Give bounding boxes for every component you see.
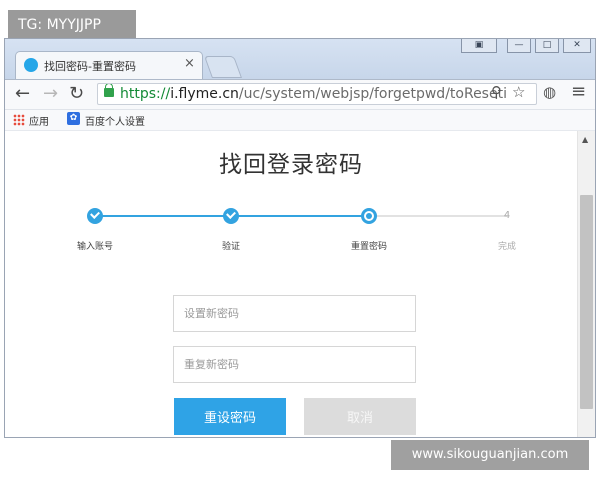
browser-window: 找回密码-重置密码 × ▣ — □ ✕ ← → ↻ https://i.flym… (4, 38, 596, 438)
confirm-password-input[interactable] (173, 346, 416, 383)
scrollbar-thumb[interactable] (580, 195, 593, 409)
tab-strip: 找回密码-重置密码 × ▣ — □ ✕ (5, 39, 595, 80)
step-label-4: 完成 (497, 242, 516, 252)
lock-icon (104, 84, 114, 97)
menu-icon[interactable]: ≡ (571, 81, 586, 102)
page-title: 找回登录密码 (219, 152, 363, 178)
step-1-check-icon (87, 208, 103, 224)
tab-close-icon[interactable]: × (184, 56, 195, 71)
bookmark-apps[interactable]: 应用 (29, 113, 49, 128)
step-label-1: 输入账号 (76, 242, 113, 252)
baidu-paw-icon: ✿ (67, 112, 80, 125)
bookmark-star-icon[interactable]: ☆ (512, 83, 525, 101)
new-tab-button[interactable] (203, 56, 243, 78)
watermark-top: TG: MYYJJPP (8, 10, 136, 40)
tab-title: 找回密码-重置密码 (44, 60, 136, 73)
step-label-2: 验证 (221, 242, 240, 252)
user-switch-button[interactable]: ▣ (461, 39, 497, 53)
forward-icon[interactable]: → (43, 84, 58, 104)
step-2-check-icon (223, 208, 239, 224)
cancel-button[interactable]: 取消 (304, 398, 416, 435)
navigation-toolbar: ← → ↻ https://i.flyme.cn/uc/system/webjs… (5, 80, 595, 110)
step-label-3: 重置密码 (350, 242, 387, 252)
tab-active[interactable]: 找回密码-重置密码 × (15, 51, 203, 79)
new-password-input[interactable] (173, 295, 416, 332)
reload-icon[interactable]: ↻ (69, 84, 84, 104)
scroll-up-icon[interactable]: ▲ (582, 135, 588, 144)
progress-line-todo (375, 215, 507, 217)
reset-password-button[interactable]: 重设密码 (174, 398, 286, 435)
close-window-button[interactable]: ✕ (563, 39, 591, 53)
minimize-button[interactable]: — (507, 39, 531, 53)
search-icon[interactable]: ⚲ (491, 83, 502, 101)
bookmarks-bar: 应用 ✿ 百度个人设置 (5, 110, 595, 131)
back-icon[interactable]: ← (15, 84, 30, 104)
apps-icon[interactable] (13, 114, 25, 126)
watermark-bottom: www.sikouguanjian.com (391, 440, 589, 470)
extension-icon[interactable]: ◍ (543, 83, 556, 101)
address-bar[interactable]: https://i.flyme.cn/uc/system/webjsp/forg… (97, 83, 537, 105)
step-3-current-icon (361, 208, 377, 224)
maximize-button[interactable]: □ (535, 39, 559, 53)
flyme-logo-icon (24, 58, 38, 72)
step-4-number: 4 (503, 210, 511, 221)
bookmark-baidu-settings[interactable]: 百度个人设置 (85, 113, 145, 128)
url-text: https://i.flyme.cn/uc/system/webjsp/forg… (120, 86, 507, 102)
